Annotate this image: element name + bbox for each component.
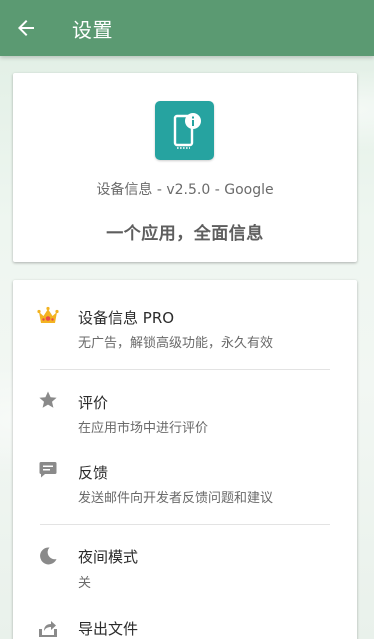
menu-item-subtitle: 关 [78, 576, 92, 591]
back-button[interactable] [0, 0, 52, 56]
feedback-icon [37, 459, 59, 481]
app-version-text: 设备信息 - v2.5.0 - Google [96, 182, 274, 198]
device-info-icon [155, 101, 214, 160]
divider [40, 369, 330, 370]
menu-item-title: 评价 [78, 394, 109, 412]
menu-item-subtitle: 无广告，解锁高级功能，永久有效 [78, 336, 274, 351]
menu-item-title: 导出文件 [78, 620, 139, 638]
menu-item-subtitle: 发送邮件向开发者反馈问题和建议 [78, 491, 274, 506]
menu-item-feedback[interactable]: 反馈 发送邮件向开发者反馈问题和建议 [13, 455, 357, 511]
moon-icon [37, 545, 59, 567]
app-slogan: 一个应用，全面信息 [106, 224, 264, 244]
settings-menu-card: 设备信息 PRO 无广告，解锁高级功能，永久有效 评价 在应用市场中进行评价 反… [13, 280, 357, 639]
menu-item-rate[interactable]: 评价 在应用市场中进行评价 [13, 385, 357, 441]
star-icon [37, 389, 59, 411]
arrow-back-icon [18, 20, 34, 36]
export-icon [37, 617, 59, 639]
menu-item-subtitle: 在应用市场中进行评价 [78, 421, 209, 436]
menu-item-title: 夜间模式 [78, 548, 139, 566]
menu-item-title: 设备信息 PRO [78, 309, 175, 327]
menu-item-export[interactable]: 导出文件 [13, 613, 357, 639]
menu-item-night-mode[interactable]: 夜间模式 关 [13, 541, 357, 597]
app-toolbar: 设置 [0, 0, 374, 56]
app-info-card: 设备信息 - v2.5.0 - Google 一个应用，全面信息 [13, 73, 357, 262]
menu-item-title: 反馈 [78, 464, 109, 482]
menu-item-pro[interactable]: 设备信息 PRO 无广告，解锁高级功能，永久有效 [13, 300, 357, 356]
crown-icon [37, 305, 59, 327]
divider [40, 524, 330, 525]
page-title: 设置 [72, 17, 113, 42]
